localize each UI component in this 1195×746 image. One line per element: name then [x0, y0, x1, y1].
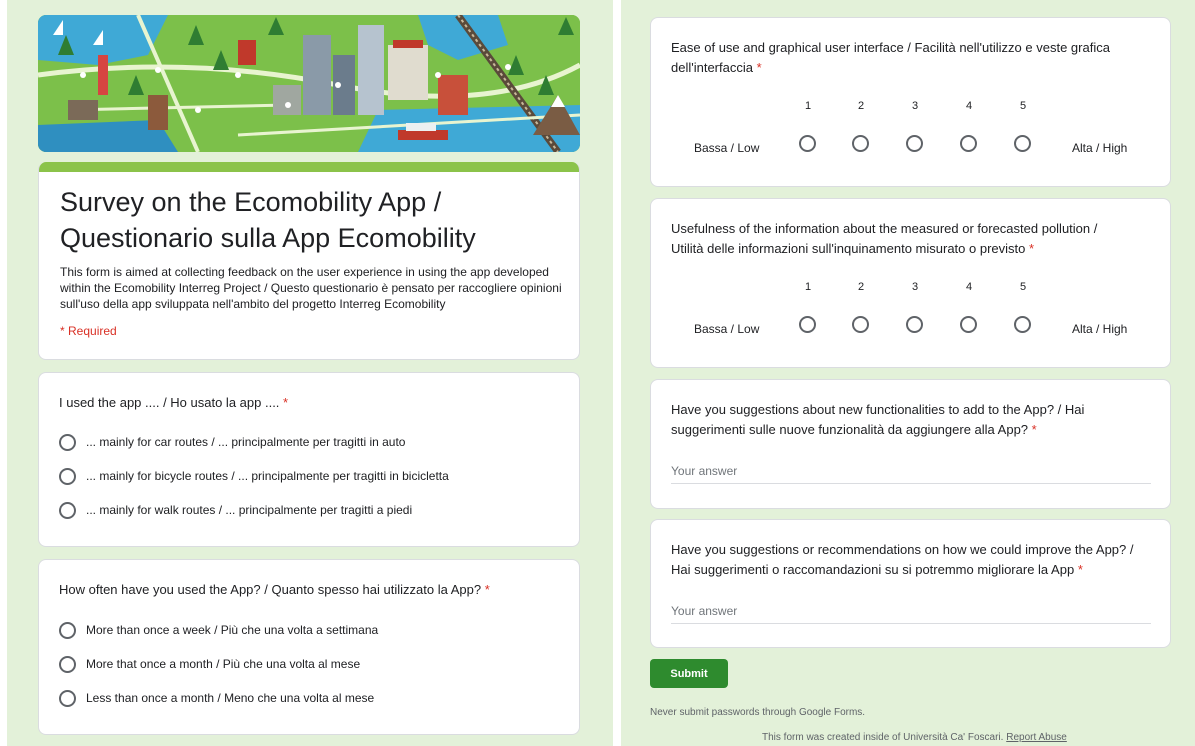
form-page-left: Survey on the Ecomobility App / Question… [7, 0, 613, 746]
city-illustration [38, 15, 580, 152]
question-title-line: Hai suggerimenti o raccomandazioni su si… [671, 562, 1075, 577]
scale-label-2: 2 [857, 281, 865, 293]
scale-label-4: 4 [965, 281, 973, 293]
scale-label-3: 3 [911, 281, 919, 293]
scale-high-label: Alta / High [1072, 141, 1128, 155]
question-title-line: suggerimenti sulle nuove funzionalità da… [671, 422, 1029, 437]
question-title: I used the app .... / Ho usato la app ..… [59, 393, 288, 413]
question-card-new-features: Have you suggestions about new functiona… [650, 379, 1171, 509]
radio-button[interactable] [59, 467, 76, 485]
question-title: Usefulness of the information about the … [671, 219, 1097, 259]
question-title-line: Utilità delle informazioni sull'inquinam… [671, 241, 1026, 256]
scale-radio-3[interactable] [906, 135, 923, 152]
question-title-text: I used the app .... / Ho usato la app ..… [59, 395, 280, 410]
footer-note: This form was created inside of Universi… [762, 732, 1067, 743]
scale-radio-4[interactable] [960, 316, 977, 333]
option-label: More that once a month / Più che una vol… [86, 657, 361, 671]
answer-input[interactable]: Your answer [671, 604, 737, 618]
scale-radio-3[interactable] [906, 316, 923, 333]
form-description: This form is aimed at collecting feedbac… [60, 265, 562, 311]
scale-label-3: 3 [911, 100, 919, 112]
form-title: Survey on the Ecomobility App / Question… [60, 187, 476, 253]
required-note: * Required [60, 324, 117, 338]
question-card-app-usage: I used the app .... / Ho usato la app ..… [38, 372, 580, 547]
scale-high-label: Alta / High [1072, 322, 1128, 336]
option-label: ... mainly for car routes / ... principa… [86, 435, 406, 449]
required-asterisk: * [1031, 422, 1037, 437]
question-title-line: Have you suggestions about new functiona… [671, 402, 1085, 417]
scale-radio-5[interactable] [1014, 135, 1031, 152]
radio-option-monthly[interactable]: More that once a month / Più che una vol… [59, 654, 360, 674]
question-card-pollution-info: Usefulness of the information about the … [650, 198, 1171, 368]
answer-input-underline [671, 483, 1151, 484]
form-header-card: Survey on the Ecomobility App / Question… [38, 162, 580, 360]
form-page-right: Ease of use and graphical user interface… [621, 0, 1195, 746]
radio-option-car[interactable]: ... mainly for car routes / ... principa… [59, 432, 405, 452]
question-card-ease-of-use: Ease of use and graphical user interface… [650, 17, 1171, 187]
option-label: More than once a week / Più che una volt… [86, 623, 379, 637]
radio-button[interactable] [59, 433, 76, 451]
radio-button[interactable] [59, 501, 76, 519]
question-title-line: dell'interfaccia [671, 60, 753, 75]
required-asterisk: * [484, 582, 490, 597]
scale-radio-5[interactable] [1014, 316, 1031, 333]
header-banner-image [38, 15, 580, 152]
scale-radio-1[interactable] [799, 135, 816, 152]
question-card-frequency: How often have you used the App? / Quant… [38, 559, 580, 735]
question-title-line: Ease of use and graphical user interface… [671, 40, 1110, 55]
scale-label-1: 1 [804, 281, 812, 293]
scale-label-1: 1 [804, 100, 812, 112]
required-asterisk: * [283, 395, 289, 410]
radio-button[interactable] [59, 689, 76, 707]
question-title: How often have you used the App? / Quant… [59, 580, 490, 600]
report-abuse-link[interactable]: Report Abuse [1006, 732, 1067, 743]
scale-low-label: Bassa / Low [694, 322, 760, 336]
question-title: Ease of use and graphical user interface… [671, 38, 1110, 78]
required-asterisk: * [1029, 241, 1035, 256]
radio-option-walk[interactable]: ... mainly for walk routes / ... princip… [59, 500, 412, 520]
option-label: ... mainly for bicycle routes / ... prin… [86, 469, 449, 483]
radio-option-rarely[interactable]: Less than once a month / Meno che una vo… [59, 688, 374, 708]
question-title: Have you suggestions about new functiona… [671, 400, 1084, 440]
radio-button[interactable] [59, 655, 76, 673]
scale-low-label: Bassa / Low [694, 141, 760, 155]
scale-label-4: 4 [965, 100, 973, 112]
option-label: Less than once a month / Meno che una vo… [86, 691, 375, 705]
answer-input-underline [671, 623, 1151, 624]
question-title-line: Have you suggestions or recommendations … [671, 542, 1134, 557]
answer-input[interactable]: Your answer [671, 464, 737, 478]
question-card-improvements: Have you suggestions or recommendations … [650, 519, 1171, 648]
scale-label-5: 5 [1019, 100, 1027, 112]
scale-label-2: 2 [857, 100, 865, 112]
scale-radio-2[interactable] [852, 135, 869, 152]
submit-button[interactable]: Submit [650, 659, 728, 688]
question-title-text: How often have you used the App? / Quant… [59, 582, 482, 597]
scale-radio-4[interactable] [960, 135, 977, 152]
header-accent-bar [39, 162, 579, 172]
required-asterisk: * [1077, 562, 1083, 577]
radio-option-bicycle[interactable]: ... mainly for bicycle routes / ... prin… [59, 466, 449, 486]
scale-label-5: 5 [1019, 281, 1027, 293]
scale-radio-2[interactable] [852, 316, 869, 333]
radio-button[interactable] [59, 621, 76, 639]
option-label: ... mainly for walk routes / ... princip… [86, 503, 413, 517]
question-title: Have you suggestions or recommendations … [671, 540, 1133, 580]
required-asterisk: * [756, 60, 762, 75]
question-title-line: Usefulness of the information about the … [671, 221, 1098, 236]
footer-text: This form was created inside of Universi… [762, 732, 1004, 743]
password-warning: Never submit passwords through Google Fo… [650, 707, 866, 718]
radio-option-weekly[interactable]: More than once a week / Più che una volt… [59, 620, 378, 640]
scale-radio-1[interactable] [799, 316, 816, 333]
